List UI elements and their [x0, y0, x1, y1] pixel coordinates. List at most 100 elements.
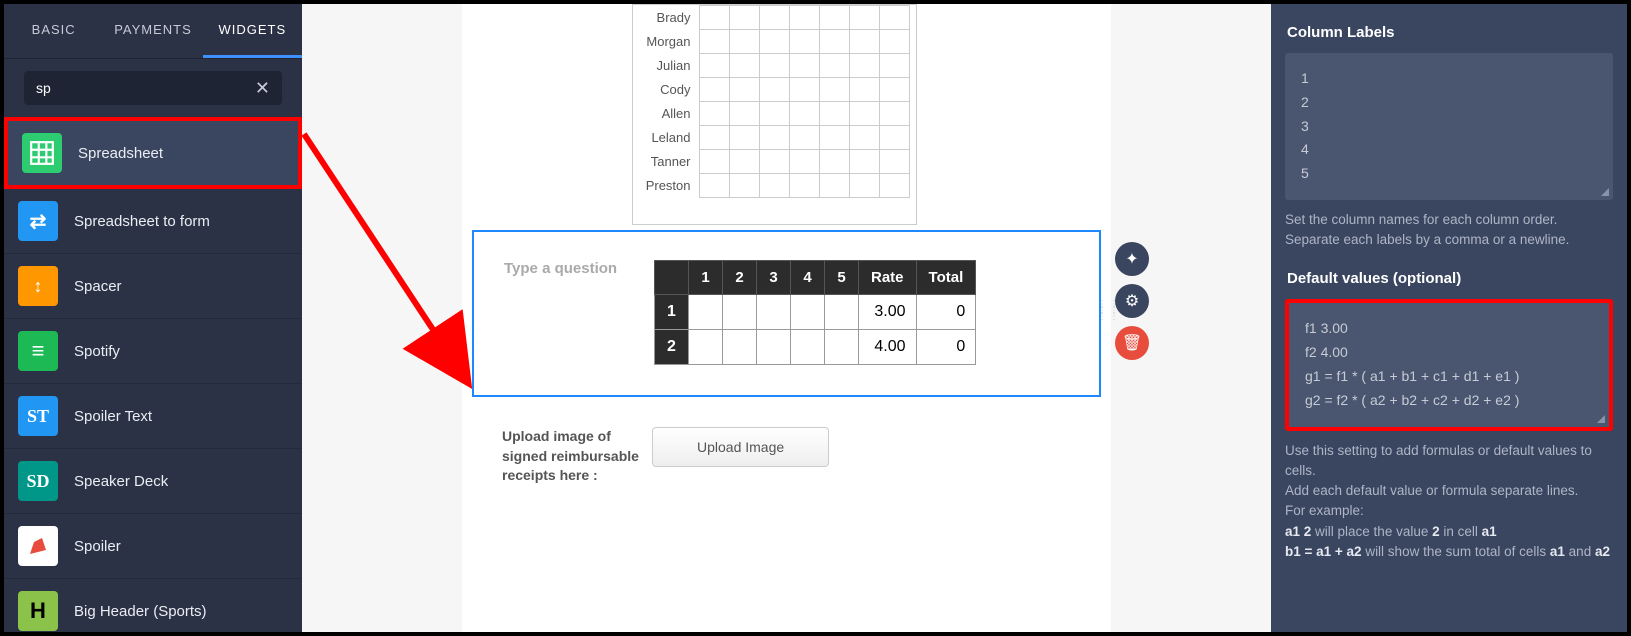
- tab-payments[interactable]: PAYMENTS: [103, 4, 202, 58]
- settings-button[interactable]: ⚙: [1115, 284, 1149, 318]
- grid-cell[interactable]: [789, 150, 819, 174]
- grid-cell[interactable]: [879, 54, 909, 78]
- grid-cell[interactable]: [879, 78, 909, 102]
- grid-cell[interactable]: [789, 174, 819, 198]
- resize-handle-icon[interactable]: [1599, 186, 1609, 196]
- grid-cell[interactable]: [819, 78, 849, 102]
- grid-cell[interactable]: [849, 6, 879, 30]
- cell[interactable]: [791, 330, 825, 365]
- cell[interactable]: [757, 330, 791, 365]
- widget-item-spotify[interactable]: ≡Spotify: [4, 319, 302, 384]
- cell[interactable]: [757, 295, 791, 330]
- grid-cell[interactable]: [699, 54, 729, 78]
- grid-cell[interactable]: [729, 78, 759, 102]
- spreadsheet-widget-block[interactable]: Type a question 12345RateTotal13.00024.0…: [472, 230, 1101, 397]
- cell[interactable]: [791, 295, 825, 330]
- grid-cell[interactable]: [699, 30, 729, 54]
- grid-cell[interactable]: [819, 126, 849, 150]
- grid-cell[interactable]: [819, 150, 849, 174]
- spacer-icon: ↕: [18, 266, 58, 306]
- wand-button[interactable]: ✦: [1115, 242, 1149, 276]
- search-input[interactable]: [36, 80, 255, 96]
- grid-cell[interactable]: [789, 6, 819, 30]
- grid-cell[interactable]: [789, 54, 819, 78]
- grid-cell[interactable]: [819, 30, 849, 54]
- grid-cell[interactable]: [819, 6, 849, 30]
- grid-cell[interactable]: [699, 150, 729, 174]
- grid-cell[interactable]: [849, 78, 879, 102]
- clear-search-icon[interactable]: ✕: [255, 79, 270, 97]
- resize-handle-icon[interactable]: [1595, 413, 1605, 423]
- widget-item-spreadsheet[interactable]: Spreadsheet: [4, 117, 302, 189]
- grid-cell[interactable]: [789, 30, 819, 54]
- widget-item-st[interactable]: STSpoiler Text: [4, 384, 302, 449]
- upload-image-button[interactable]: Upload Image: [652, 427, 829, 467]
- grid-cell[interactable]: [759, 174, 789, 198]
- grid-cell[interactable]: [729, 126, 759, 150]
- grid-cell[interactable]: [819, 102, 849, 126]
- grid-cell[interactable]: [849, 102, 879, 126]
- grid-cell[interactable]: [699, 78, 729, 102]
- grid-cell[interactable]: [699, 126, 729, 150]
- grid-cell[interactable]: [879, 30, 909, 54]
- cell[interactable]: 0: [916, 330, 976, 365]
- widget-item-spacer[interactable]: ↕Spacer: [4, 254, 302, 319]
- grid-cell[interactable]: [819, 174, 849, 198]
- grid-cell[interactable]: [849, 126, 879, 150]
- grid-cell[interactable]: [729, 6, 759, 30]
- widget-label: Spreadsheet to form: [74, 213, 210, 230]
- cell[interactable]: [723, 295, 757, 330]
- grid-cell[interactable]: [729, 102, 759, 126]
- grid-cell[interactable]: [879, 150, 909, 174]
- wand-icon: ✦: [1125, 249, 1138, 269]
- grid-cell[interactable]: [759, 150, 789, 174]
- grid-cell[interactable]: [789, 102, 819, 126]
- question-placeholder[interactable]: Type a question: [504, 260, 654, 365]
- widget-item-stf[interactable]: ⇄Spreadsheet to form: [4, 189, 302, 254]
- grid-cell[interactable]: [879, 6, 909, 30]
- widget-item-sd[interactable]: SDSpeaker Deck: [4, 449, 302, 514]
- grid-cell[interactable]: [849, 174, 879, 198]
- cell[interactable]: 3.00: [859, 295, 917, 330]
- grid-cell[interactable]: [849, 150, 879, 174]
- tab-widgets[interactable]: WIDGETS: [203, 4, 302, 58]
- grid-cell[interactable]: [879, 102, 909, 126]
- grid-cell[interactable]: [699, 6, 729, 30]
- widget-item-bh[interactable]: HBig Header (Sports): [4, 579, 302, 632]
- grid-cell[interactable]: [879, 174, 909, 198]
- grid-cell[interactable]: [759, 30, 789, 54]
- spreadsheet-preview-table: 12345RateTotal13.00024.000: [654, 260, 976, 365]
- row-label: Brady: [633, 6, 699, 30]
- grid-cell[interactable]: [759, 126, 789, 150]
- grid-cell[interactable]: [879, 126, 909, 150]
- grid-cell[interactable]: [759, 78, 789, 102]
- widget-item-marker[interactable]: Spoiler: [4, 514, 302, 579]
- delete-button[interactable]: 🗑: [1115, 326, 1149, 360]
- row-label: Julian: [633, 54, 699, 78]
- grid-cell[interactable]: [729, 150, 759, 174]
- grid-cell[interactable]: [729, 174, 759, 198]
- grid-cell[interactable]: [759, 6, 789, 30]
- cell[interactable]: [723, 330, 757, 365]
- grid-cell[interactable]: [849, 30, 879, 54]
- grid-cell[interactable]: [759, 54, 789, 78]
- grid-cell[interactable]: [699, 174, 729, 198]
- grid-cell[interactable]: [759, 102, 789, 126]
- cell[interactable]: 0: [916, 295, 976, 330]
- cell[interactable]: [825, 295, 859, 330]
- grid-cell[interactable]: [819, 54, 849, 78]
- cell[interactable]: 4.00: [859, 330, 917, 365]
- grid-cell[interactable]: [789, 126, 819, 150]
- cell[interactable]: [689, 330, 723, 365]
- default-values-textarea[interactable]: f1 3.00f2 4.00g1 = f1 * ( a1 + b1 + c1 +…: [1285, 299, 1613, 430]
- column-labels-textarea[interactable]: 12345: [1285, 53, 1613, 200]
- grid-cell[interactable]: [849, 54, 879, 78]
- tab-basic[interactable]: BASIC: [4, 4, 103, 58]
- grid-cell[interactable]: [729, 30, 759, 54]
- cell[interactable]: [689, 295, 723, 330]
- grid-cell[interactable]: [789, 78, 819, 102]
- grid-cell[interactable]: [729, 54, 759, 78]
- cell[interactable]: [825, 330, 859, 365]
- upload-label: Upload image of signed reimbursable rece…: [502, 427, 652, 486]
- grid-cell[interactable]: [699, 102, 729, 126]
